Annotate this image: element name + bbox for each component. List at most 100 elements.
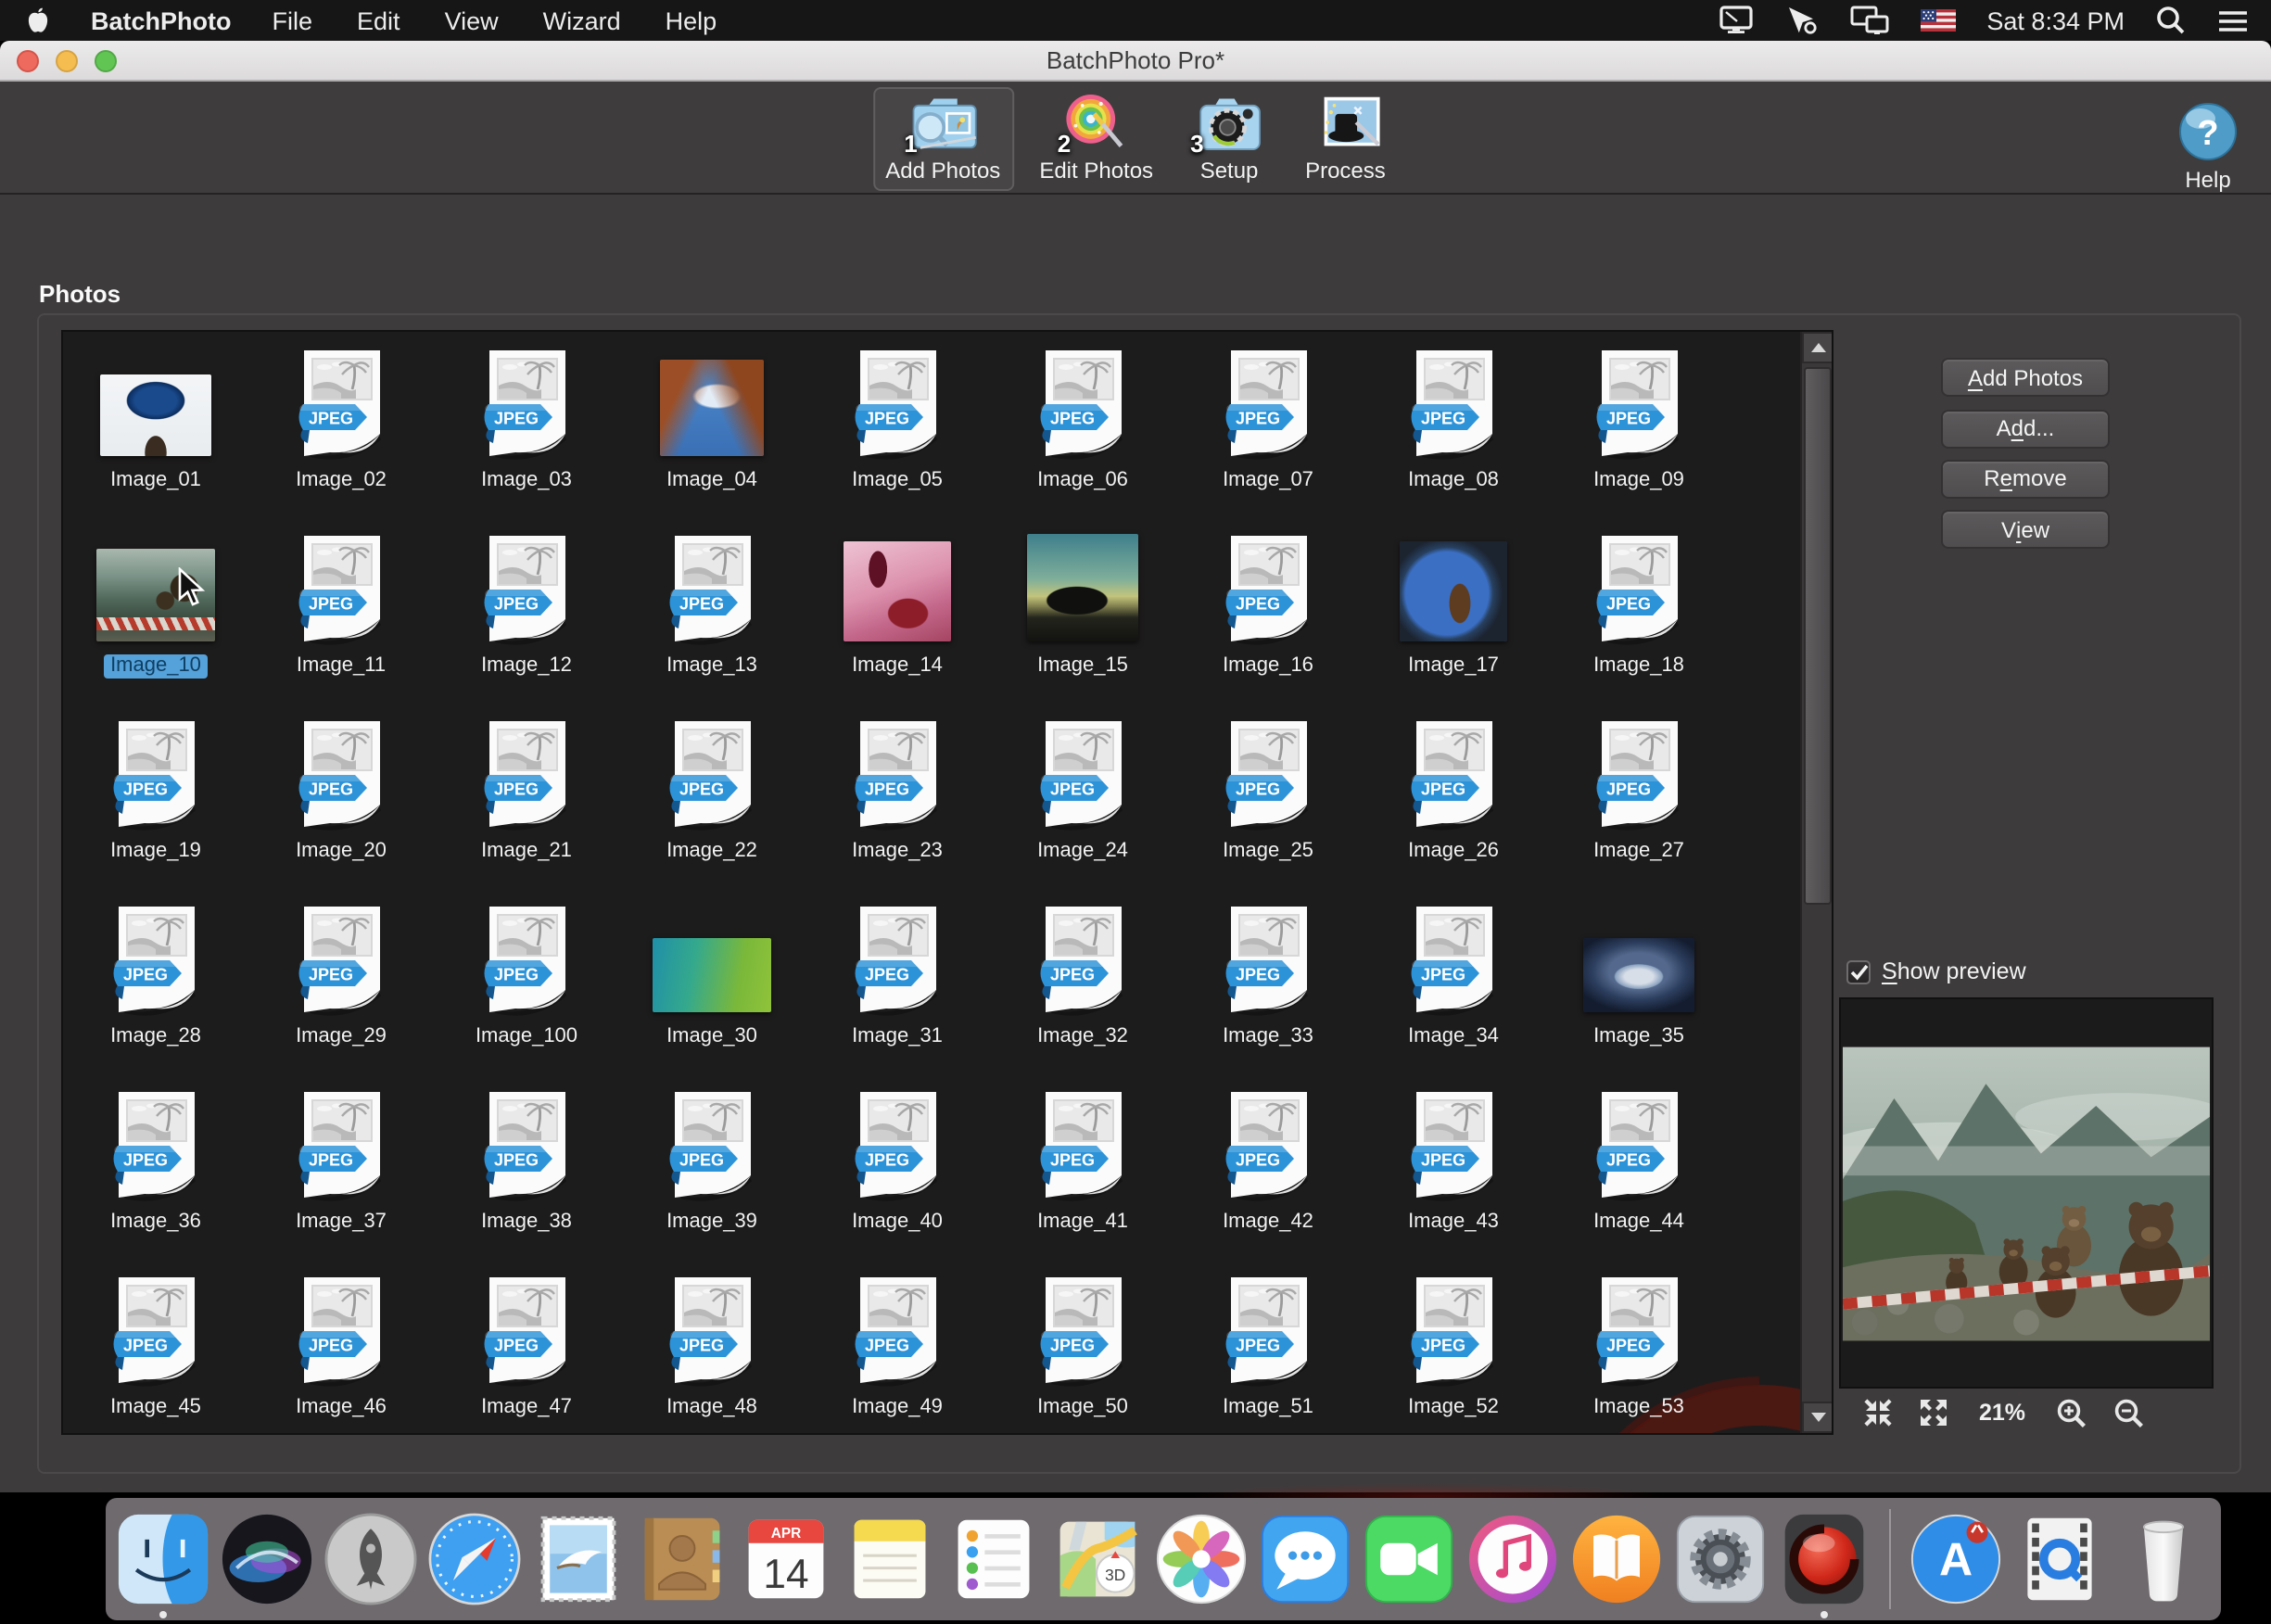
photo-item-image-38[interactable]: JPEG Image_38 bbox=[434, 1073, 619, 1259]
photo-item-image-13[interactable]: JPEG Image_13 bbox=[619, 517, 805, 703]
us-flag-icon[interactable] bbox=[1920, 9, 1955, 32]
photo-item-image-18[interactable]: JPEG Image_18 bbox=[1546, 517, 1732, 703]
menu-view[interactable]: View bbox=[445, 6, 499, 34]
remove-button[interactable]: Remove bbox=[1941, 459, 2110, 498]
photo-item-image-10[interactable]: Image_10 bbox=[63, 517, 248, 703]
toolbar-process-button[interactable]: Process bbox=[1292, 87, 1399, 191]
photo-item-image-29[interactable]: JPEG Image_29 bbox=[248, 888, 434, 1073]
app-menu-batchphoto[interactable]: BatchPhoto bbox=[91, 6, 232, 34]
photo-item-image-40[interactable]: JPEG Image_40 bbox=[805, 1073, 990, 1259]
photo-item-image-100[interactable]: JPEG Image_100 bbox=[434, 888, 619, 1073]
show-preview-checkbox[interactable]: Show preview bbox=[1846, 958, 2026, 984]
menu-wizard[interactable]: Wizard bbox=[543, 6, 621, 34]
scrollbar-thumb[interactable] bbox=[1804, 367, 1832, 905]
menu-clock[interactable]: Sat 8:34 PM bbox=[1986, 6, 2125, 34]
mirrored-displays-icon[interactable] bbox=[1849, 6, 1888, 35]
photo-item-image-09[interactable]: JPEG Image_09 bbox=[1546, 332, 1732, 517]
dock-photos-icon[interactable] bbox=[1153, 1511, 1250, 1607]
photo-item-image-11[interactable]: JPEG Image_11 bbox=[248, 517, 434, 703]
photo-item-image-01[interactable]: Image_01 bbox=[63, 332, 248, 517]
toolbar-help-button[interactable]: ? Help bbox=[2163, 93, 2252, 193]
add-photos-button[interactable]: Add Photos bbox=[1941, 358, 2110, 397]
photo-item-image-20[interactable]: JPEG Image_20 bbox=[248, 703, 434, 888]
photo-item-image-42[interactable]: JPEG Image_42 bbox=[1175, 1073, 1361, 1259]
dock-siri-icon[interactable] bbox=[219, 1511, 315, 1607]
photo-item-image-45[interactable]: JPEG Image_45 bbox=[63, 1259, 248, 1435]
toolbar-edit-photos-button[interactable]: 2Edit Photos bbox=[1026, 87, 1166, 191]
photo-item-image-33[interactable]: JPEG Image_33 bbox=[1175, 888, 1361, 1073]
photo-item-image-26[interactable]: JPEG Image_26 bbox=[1361, 703, 1546, 888]
photo-item-image-02[interactable]: JPEG Image_02 bbox=[248, 332, 434, 517]
dock-messages-icon[interactable] bbox=[1257, 1511, 1353, 1607]
dock-calendar-icon[interactable]: APR14 bbox=[738, 1511, 834, 1607]
photo-item-image-24[interactable]: JPEG Image_24 bbox=[990, 703, 1175, 888]
zoom-expand-button[interactable] bbox=[1919, 1398, 1948, 1427]
photo-item-image-16[interactable]: JPEG Image_16 bbox=[1175, 517, 1361, 703]
photo-item-image-07[interactable]: JPEG Image_07 bbox=[1175, 332, 1361, 517]
photo-item-image-17[interactable]: Image_17 bbox=[1361, 517, 1546, 703]
photo-item-image-05[interactable]: JPEG Image_05 bbox=[805, 332, 990, 517]
screen-sharing-icon[interactable] bbox=[1784, 6, 1818, 35]
photo-item-image-28[interactable]: JPEG Image_28 bbox=[63, 888, 248, 1073]
dock-reminders-icon[interactable] bbox=[945, 1511, 1042, 1607]
dock-finder-icon[interactable] bbox=[115, 1511, 211, 1607]
photo-item-image-14[interactable]: Image_14 bbox=[805, 517, 990, 703]
photo-item-image-52[interactable]: JPEG Image_52 bbox=[1361, 1259, 1546, 1435]
dock-launchpad-icon[interactable] bbox=[323, 1511, 419, 1607]
dock-itunes-icon[interactable] bbox=[1465, 1511, 1561, 1607]
photo-item-image-34[interactable]: JPEG Image_34 bbox=[1361, 888, 1546, 1073]
photo-item-image-41[interactable]: JPEG Image_41 bbox=[990, 1073, 1175, 1259]
dock-batchphoto-icon[interactable] bbox=[1776, 1511, 1872, 1607]
view-button[interactable]: View bbox=[1941, 510, 2110, 549]
dock-app-store-icon[interactable]: A bbox=[1908, 1511, 2004, 1607]
menu-edit[interactable]: Edit bbox=[357, 6, 400, 34]
photo-item-image-51[interactable]: JPEG Image_51 bbox=[1175, 1259, 1361, 1435]
photo-item-image-04[interactable]: Image_04 bbox=[619, 332, 805, 517]
dock-system-preferences-icon[interactable] bbox=[1672, 1511, 1769, 1607]
notification-center-icon[interactable] bbox=[2217, 7, 2249, 33]
photo-item-image-50[interactable]: JPEG Image_50 bbox=[990, 1259, 1175, 1435]
dock-maps-icon[interactable]: 3D bbox=[1049, 1511, 1146, 1607]
zoom-in-button[interactable] bbox=[2056, 1397, 2087, 1428]
menu-help[interactable]: Help bbox=[666, 6, 717, 34]
display-icon[interactable] bbox=[1718, 6, 1753, 35]
photo-item-image-46[interactable]: JPEG Image_46 bbox=[248, 1259, 434, 1435]
photo-item-image-36[interactable]: JPEG Image_36 bbox=[63, 1073, 248, 1259]
photo-item-image-31[interactable]: JPEG Image_31 bbox=[805, 888, 990, 1073]
photo-item-image-39[interactable]: JPEG Image_39 bbox=[619, 1073, 805, 1259]
scrollbar-up-button[interactable] bbox=[1802, 332, 1833, 363]
dock-safari-icon[interactable] bbox=[426, 1511, 523, 1607]
photo-item-image-49[interactable]: JPEG Image_49 bbox=[805, 1259, 990, 1435]
spotlight-search-icon[interactable] bbox=[2156, 6, 2186, 35]
zoom-fit-button[interactable] bbox=[1863, 1398, 1893, 1427]
dock-contacts-icon[interactable] bbox=[634, 1511, 730, 1607]
menu-file[interactable]: File bbox=[273, 6, 313, 34]
photo-item-image-08[interactable]: JPEG Image_08 bbox=[1361, 332, 1546, 517]
dock-facetime-icon[interactable] bbox=[1361, 1511, 1457, 1607]
add-button[interactable]: Add... bbox=[1941, 409, 2110, 448]
toolbar-setup-button[interactable]: 3Setup bbox=[1179, 87, 1279, 191]
dock-mail-icon[interactable] bbox=[530, 1511, 627, 1607]
photo-item-image-53[interactable]: JPEG Image_53 bbox=[1546, 1259, 1732, 1435]
photo-item-image-35[interactable]: Image_35 bbox=[1546, 888, 1732, 1073]
photo-item-image-19[interactable]: JPEG Image_19 bbox=[63, 703, 248, 888]
photo-item-image-27[interactable]: JPEG Image_27 bbox=[1546, 703, 1732, 888]
photo-item-image-21[interactable]: JPEG Image_21 bbox=[434, 703, 619, 888]
photo-item-image-15[interactable]: Image_15 bbox=[990, 517, 1175, 703]
photo-item-image-48[interactable]: JPEG Image_48 bbox=[619, 1259, 805, 1435]
photo-item-image-37[interactable]: JPEG Image_37 bbox=[248, 1073, 434, 1259]
photo-item-image-03[interactable]: JPEG Image_03 bbox=[434, 332, 619, 517]
photo-item-image-22[interactable]: JPEG Image_22 bbox=[619, 703, 805, 888]
photo-item-image-32[interactable]: JPEG Image_32 bbox=[990, 888, 1175, 1073]
photo-item-image-43[interactable]: JPEG Image_43 bbox=[1361, 1073, 1546, 1259]
photo-item-image-06[interactable]: JPEG Image_06 bbox=[990, 332, 1175, 517]
toolbar-add-photos-button[interactable]: 1Add Photos bbox=[872, 87, 1013, 191]
zoom-out-button[interactable] bbox=[2113, 1397, 2145, 1428]
photo-item-image-23[interactable]: JPEG Image_23 bbox=[805, 703, 990, 888]
dock-ibooks-icon[interactable] bbox=[1568, 1511, 1665, 1607]
photo-item-image-12[interactable]: JPEG Image_12 bbox=[434, 517, 619, 703]
photo-item-image-47[interactable]: JPEG Image_47 bbox=[434, 1259, 619, 1435]
dock-notes-icon[interactable] bbox=[842, 1511, 938, 1607]
photo-item-image-44[interactable]: JPEG Image_44 bbox=[1546, 1073, 1732, 1259]
apple-menu[interactable] bbox=[26, 6, 50, 35]
